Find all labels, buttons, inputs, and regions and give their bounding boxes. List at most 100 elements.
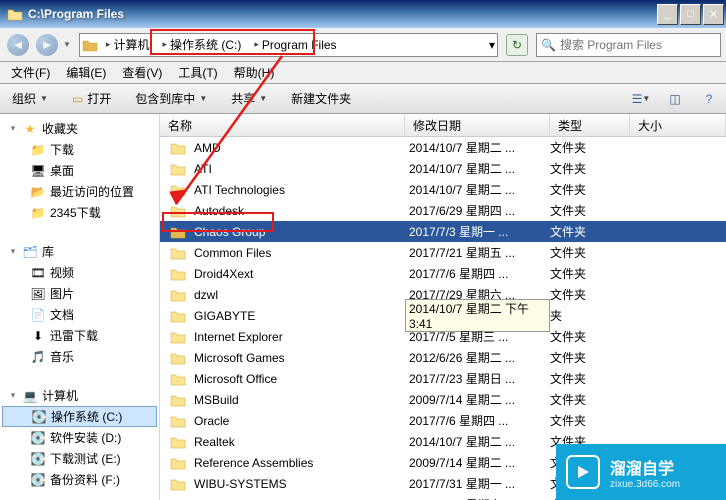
file-row[interactable]: MSBuild2009/7/14 星期二 ...文件夹 [160, 389, 726, 410]
sidebar-item-documents[interactable]: 📄文档 [2, 304, 157, 325]
folder-icon: 📁 [30, 205, 46, 221]
sidebar-item-videos[interactable]: 🎞视频 [2, 262, 157, 283]
history-dropdown-icon[interactable]: ▼ [63, 40, 71, 49]
play-icon [566, 455, 600, 489]
sidebar-libraries[interactable]: 🗂库 [2, 241, 157, 262]
maximize-button[interactable]: □ [680, 4, 701, 25]
search-box[interactable]: 🔍 [536, 33, 721, 57]
sidebar-item-2345[interactable]: 📁2345下载 [2, 202, 157, 223]
recent-icon: 📂 [30, 184, 46, 200]
column-size[interactable]: 大小 [630, 114, 726, 136]
sidebar-item-recent[interactable]: 📂最近访问的位置 [2, 181, 157, 202]
download-icon: ⬇ [30, 328, 46, 344]
titlebar: C:\Program Files _ □ ✕ [0, 0, 726, 28]
close-button[interactable]: ✕ [703, 4, 724, 25]
folder-icon [170, 329, 188, 345]
folder-icon [170, 371, 188, 387]
file-name: Internet Explorer [194, 330, 405, 344]
file-row[interactable]: Common Files2017/7/21 星期五 ...文件夹 [160, 242, 726, 263]
view-options-button[interactable]: ☰▼ [630, 88, 652, 110]
file-name: Microsoft Office [194, 372, 405, 386]
folder-icon [82, 37, 98, 53]
organize-button[interactable]: 组织▼ [6, 88, 54, 109]
folder-icon [170, 308, 188, 324]
library-icon: 🗂 [22, 244, 38, 260]
help-button[interactable]: ? [698, 88, 720, 110]
drive-icon: 💽 [30, 430, 46, 446]
minimize-button[interactable]: _ [657, 4, 678, 25]
file-name: WIBU-SYSTEMS [194, 477, 405, 491]
file-row[interactable]: Microsoft Games2012/6/26 星期二 ...文件夹 [160, 347, 726, 368]
file-row[interactable]: Oracle2017/7/6 星期四 ...文件夹 [160, 410, 726, 431]
preview-pane-button[interactable]: ◫ [664, 88, 686, 110]
sidebar-item-desktop[interactable]: 🖥桌面 [2, 160, 157, 181]
sidebar-item-downloads[interactable]: 📁下载 [2, 139, 157, 160]
navbar: ◄ ► ▼ ▸计算机 ▸操作系统 (C:) ▸Program Files ▾ ↻… [0, 28, 726, 62]
file-name: Realtek [194, 435, 405, 449]
sidebar-drive-d[interactable]: 💽软件安装 (D:) [2, 427, 157, 448]
window-title: C:\Program Files [28, 7, 657, 21]
folder-icon [170, 413, 188, 429]
forward-button[interactable]: ► [34, 32, 60, 58]
folder-icon [170, 476, 188, 492]
watermark-url: zixue.3d66.com [610, 479, 680, 490]
folder-icon [170, 245, 188, 261]
file-row[interactable]: Droid4Xext2017/7/6 星期四 ...文件夹 [160, 263, 726, 284]
menubar: 文件(F) 编辑(E) 查看(V) 工具(T) 帮助(H) [0, 62, 726, 84]
star-icon: ★ [22, 121, 38, 137]
file-name: Microsoft Games [194, 351, 405, 365]
file-name: MSBuild [194, 393, 405, 407]
folder-icon [170, 287, 188, 303]
folder-icon: 📁 [30, 142, 46, 158]
file-row[interactable]: Internet Explorer2017/7/5 星期三 ...文件夹 [160, 326, 726, 347]
video-icon: 🎞 [30, 265, 46, 281]
menu-file[interactable]: 文件(F) [3, 62, 58, 83]
search-input[interactable] [560, 38, 716, 52]
drive-icon: 💽 [31, 409, 47, 425]
folder-icon [170, 350, 188, 366]
search-icon: 🔍 [541, 38, 556, 52]
folder-icon [170, 434, 188, 450]
sidebar-item-music[interactable]: 🎵音乐 [2, 346, 157, 367]
sidebar-favorites[interactable]: ★收藏夹 [2, 118, 157, 139]
annotation-arrow [160, 52, 300, 217]
file-name: GIGABYTE [194, 309, 405, 323]
music-icon: 🎵 [30, 349, 46, 365]
open-button[interactable]: ▭打开 [66, 88, 117, 109]
sidebar-drive-e[interactable]: 💽下载测试 (E:) [2, 448, 157, 469]
computer-icon: 💻 [22, 388, 38, 404]
file-row[interactable]: Microsoft Office2017/7/23 星期日 ...文件夹 [160, 368, 726, 389]
picture-icon: 🖼 [30, 286, 46, 302]
file-row[interactable]: GIGABYTE2014/10/7 星期二 下午 3:41夹 [160, 305, 726, 326]
desktop-icon: 🖥 [30, 163, 46, 179]
file-name: Reference Assemblies [194, 456, 405, 470]
sidebar-item-pictures[interactable]: 🖼图片 [2, 283, 157, 304]
sidebar: ★收藏夹 📁下载 🖥桌面 📂最近访问的位置 📁2345下载 🗂库 🎞视频 🖼图片… [0, 114, 160, 500]
sidebar-drive-c[interactable]: 💽操作系统 (C:) [2, 406, 157, 427]
open-icon: ▭ [72, 92, 83, 106]
arrow-right-icon: ► [36, 34, 58, 56]
folder-icon [170, 497, 188, 500]
drive-icon: 💽 [30, 472, 46, 488]
column-date[interactable]: 修改日期 [405, 114, 550, 136]
refresh-button[interactable]: ↻ [506, 34, 528, 56]
file-name: Common Files [194, 246, 405, 260]
toolbar: 组织▼ ▭打开 包含到库中▼ 共享▼ 新建文件夹 ☰▼ ◫ ? [0, 84, 726, 114]
sidebar-item-xunlei[interactable]: ⬇迅雷下载 [2, 325, 157, 346]
refresh-icon: ↻ [512, 38, 522, 52]
folder-icon [170, 266, 188, 282]
watermark: 溜溜自学 zixue.3d66.com [556, 444, 726, 500]
document-icon: 📄 [30, 307, 46, 323]
file-name: Droid4Xext [194, 267, 405, 281]
folder-icon [170, 392, 188, 408]
main: ★收藏夹 📁下载 🖥桌面 📂最近访问的位置 📁2345下载 🗂库 🎞视频 🖼图片… [0, 114, 726, 500]
sidebar-computer[interactable]: 💻计算机 [2, 385, 157, 406]
drive-icon: 💽 [30, 451, 46, 467]
sidebar-drive-f[interactable]: 💽备份资料 (F:) [2, 469, 157, 490]
back-button[interactable]: ◄ [5, 32, 31, 58]
breadcrumb-segment[interactable]: ▸计算机 [100, 34, 157, 55]
column-type[interactable]: 类型 [550, 114, 630, 136]
breadcrumb-dropdown-icon[interactable]: ▾ [489, 38, 495, 52]
watermark-title: 溜溜自学 [610, 455, 680, 479]
menu-edit[interactable]: 编辑(E) [58, 62, 114, 83]
